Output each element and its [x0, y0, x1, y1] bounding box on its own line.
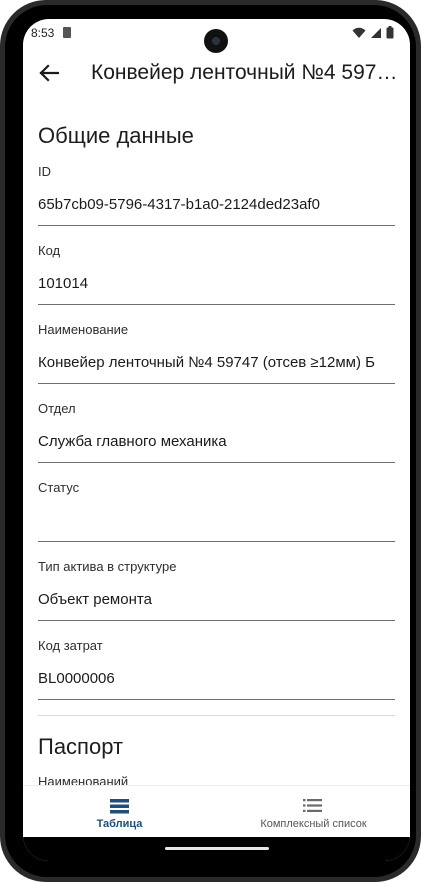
section-divider — [38, 715, 395, 716]
nav-tab-table[interactable]: Таблица — [23, 786, 216, 838]
field-label-code: Код — [38, 243, 61, 258]
field-label-asset-type: Тип актива в структуре — [38, 559, 177, 574]
nav-tab-complex-list[interactable]: Комплексный список — [217, 786, 410, 838]
field-value-department[interactable]: Служба главного механика — [38, 433, 395, 450]
field-value-code[interactable]: 101014 — [38, 275, 395, 292]
bottom-navigation: Таблица Комплексный список — [23, 785, 410, 838]
field-underline — [38, 541, 395, 542]
page-title: Конвейер ленточный №4 59747 (отсев ≥12мм… — [91, 61, 401, 84]
field-label-status: Статус — [38, 480, 80, 495]
field-underline — [38, 699, 395, 700]
signal-icon — [371, 27, 381, 38]
field-label-passport-name: Наименований — [38, 774, 129, 785]
list-icon — [303, 799, 322, 812]
field-label-id: ID — [38, 164, 51, 179]
table-icon — [110, 799, 129, 814]
field-underline — [38, 225, 395, 226]
battery-icon — [386, 26, 394, 39]
device-bezel: 8:53 Конвейер ленточный №4 59747 Общие д… — [5, 5, 416, 877]
section-title-general: Общие данные — [38, 123, 194, 148]
nav-label-table: Таблица — [96, 818, 143, 830]
home-gesture-bar[interactable] — [165, 847, 269, 850]
back-button[interactable] — [35, 59, 63, 87]
status-time: 8:53 — [31, 26, 55, 40]
arrow-back-icon — [39, 64, 59, 82]
field-underline — [38, 620, 395, 621]
app-bar: Конвейер ленточный №4 59747 (отсев ≥12мм… — [23, 49, 410, 97]
field-value-id[interactable]: 65b7cb09-5796-4317-b1a0-2124ded23af0 — [38, 196, 395, 213]
wifi-icon — [352, 27, 366, 38]
details-content[interactable]: Общие данные ID 65b7cb09-5796-4317-b1a0-… — [23, 99, 410, 785]
field-label-name: Наименование — [38, 322, 129, 337]
field-underline — [38, 462, 395, 463]
device-frame: 8:53 Конвейер ленточный №4 59747 Общие д… — [0, 0, 421, 882]
gesture-area — [23, 837, 410, 861]
system-icons — [352, 26, 394, 39]
nav-label-complex-list: Комплексный список — [260, 818, 367, 830]
sim-card-icon — [63, 27, 71, 38]
field-label-department: Отдел — [38, 401, 76, 416]
screen: 8:53 Конвейер ленточный №4 59747 Общие д… — [23, 19, 410, 861]
field-label-cost-code: Код затрат — [38, 638, 103, 653]
field-value-asset-type[interactable]: Объект ремонта — [38, 591, 395, 608]
section-title-passport: Паспорт — [38, 734, 124, 759]
field-underline — [38, 383, 395, 384]
field-value-name[interactable]: Конвейер ленточный №4 59747 (отсев ≥12мм… — [38, 354, 395, 371]
field-underline — [38, 304, 395, 305]
field-value-cost-code[interactable]: BL0000006 — [38, 670, 395, 687]
